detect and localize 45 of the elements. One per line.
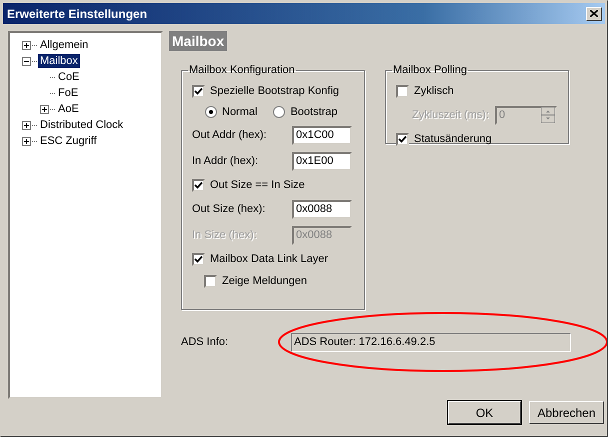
field-label: Out Addr (hex): — [192, 129, 267, 141]
tree-item[interactable]: Allgemein — [38, 38, 90, 52]
ok-button[interactable]: OK — [448, 401, 521, 424]
expand-icon[interactable] — [40, 104, 49, 114]
checkbox-label: Zeige Meldungen — [222, 275, 308, 287]
radio-label: Bootstrap — [290, 106, 338, 118]
checkbox[interactable] — [192, 252, 205, 266]
checkbox[interactable] — [192, 84, 205, 98]
field-label: Out Size (hex): — [192, 203, 266, 215]
checkbox[interactable] — [204, 274, 217, 288]
checkbox-label: Out Size == In Size — [210, 179, 305, 191]
checkbox[interactable] — [396, 84, 409, 98]
checkbox[interactable] — [396, 132, 409, 146]
tree-item[interactable]: CoE — [56, 70, 82, 84]
tree-item[interactable]: ESC Zugriff — [38, 134, 99, 148]
radio-button[interactable] — [205, 106, 217, 118]
close-button[interactable] — [586, 6, 602, 20]
window-title: Erweiterte Einstellungen — [7, 6, 148, 20]
checkbox-label: Statusänderung — [414, 133, 492, 145]
tree-item[interactable]: Distributed Clock — [38, 118, 126, 132]
cancel-button[interactable]: Abbrechen — [529, 401, 604, 424]
group-title: Mailbox Konfiguration — [188, 64, 296, 76]
ads-info-field: ADS Router: 172.16.6.49.2.5 — [291, 332, 571, 352]
spinner-arrows-icon[interactable] — [541, 107, 555, 123]
checkbox-label: Spezielle Bootstrap Konfig — [210, 85, 340, 97]
checkbox-label: Zyklisch — [414, 85, 454, 97]
collapse-icon[interactable] — [22, 56, 31, 66]
page-title: Mailbox — [169, 31, 228, 51]
close-icon — [590, 10, 598, 17]
expand-icon[interactable] — [22, 40, 31, 50]
expand-icon[interactable] — [22, 136, 31, 146]
input-field[interactable]: 0x1E00 — [292, 152, 352, 170]
radio-button[interactable] — [273, 106, 286, 118]
ads-info-label: ADS Info: — [181, 336, 230, 348]
expand-icon[interactable] — [22, 120, 31, 130]
field-label: In Addr (hex): — [192, 155, 258, 167]
tree-item[interactable]: AoE — [56, 102, 81, 116]
tree-item[interactable]: Mailbox — [38, 54, 80, 68]
input-field[interactable]: 0x0088 — [292, 200, 352, 218]
group-title: Mailbox Polling — [392, 64, 468, 76]
checkbox[interactable] — [192, 178, 205, 192]
checkbox-label: Mailbox Data Link Layer — [210, 253, 328, 265]
input-field[interactable]: 0x1C00 — [292, 126, 352, 144]
tree-item[interactable]: FoE — [56, 86, 80, 100]
radio-label: Normal — [222, 106, 258, 118]
